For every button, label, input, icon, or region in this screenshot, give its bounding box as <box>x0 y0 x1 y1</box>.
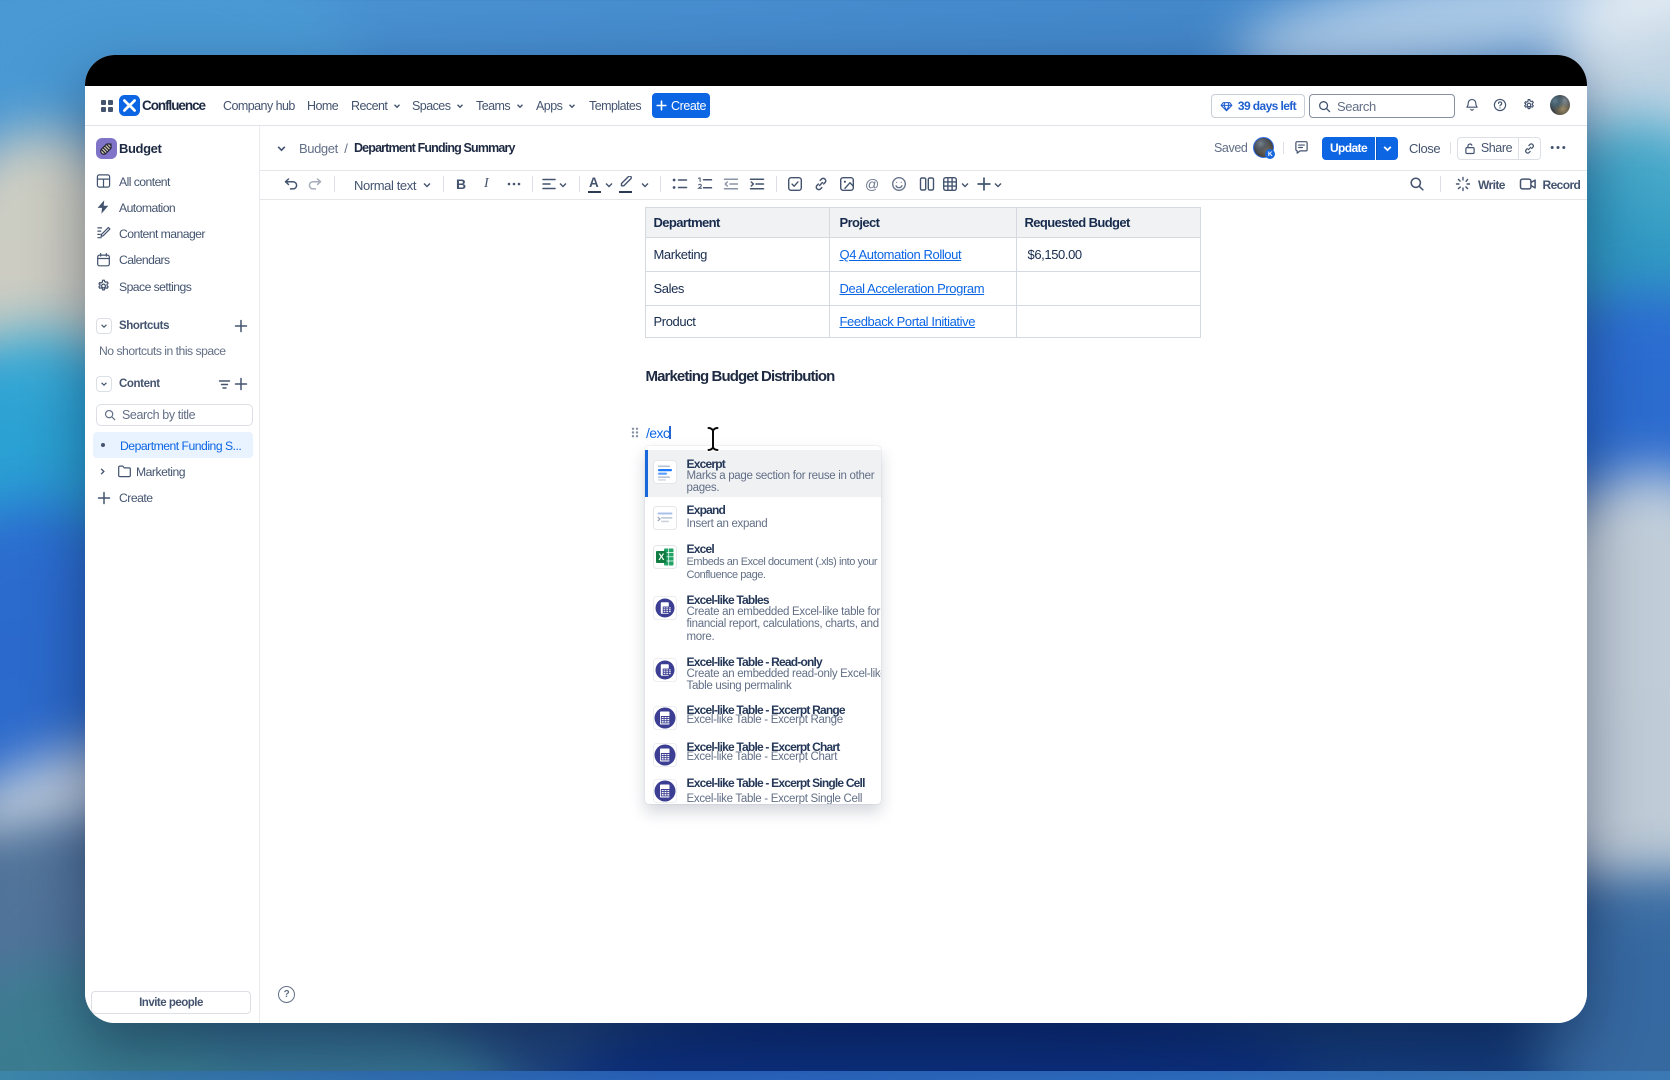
svg-text:X: X <box>658 552 664 562</box>
